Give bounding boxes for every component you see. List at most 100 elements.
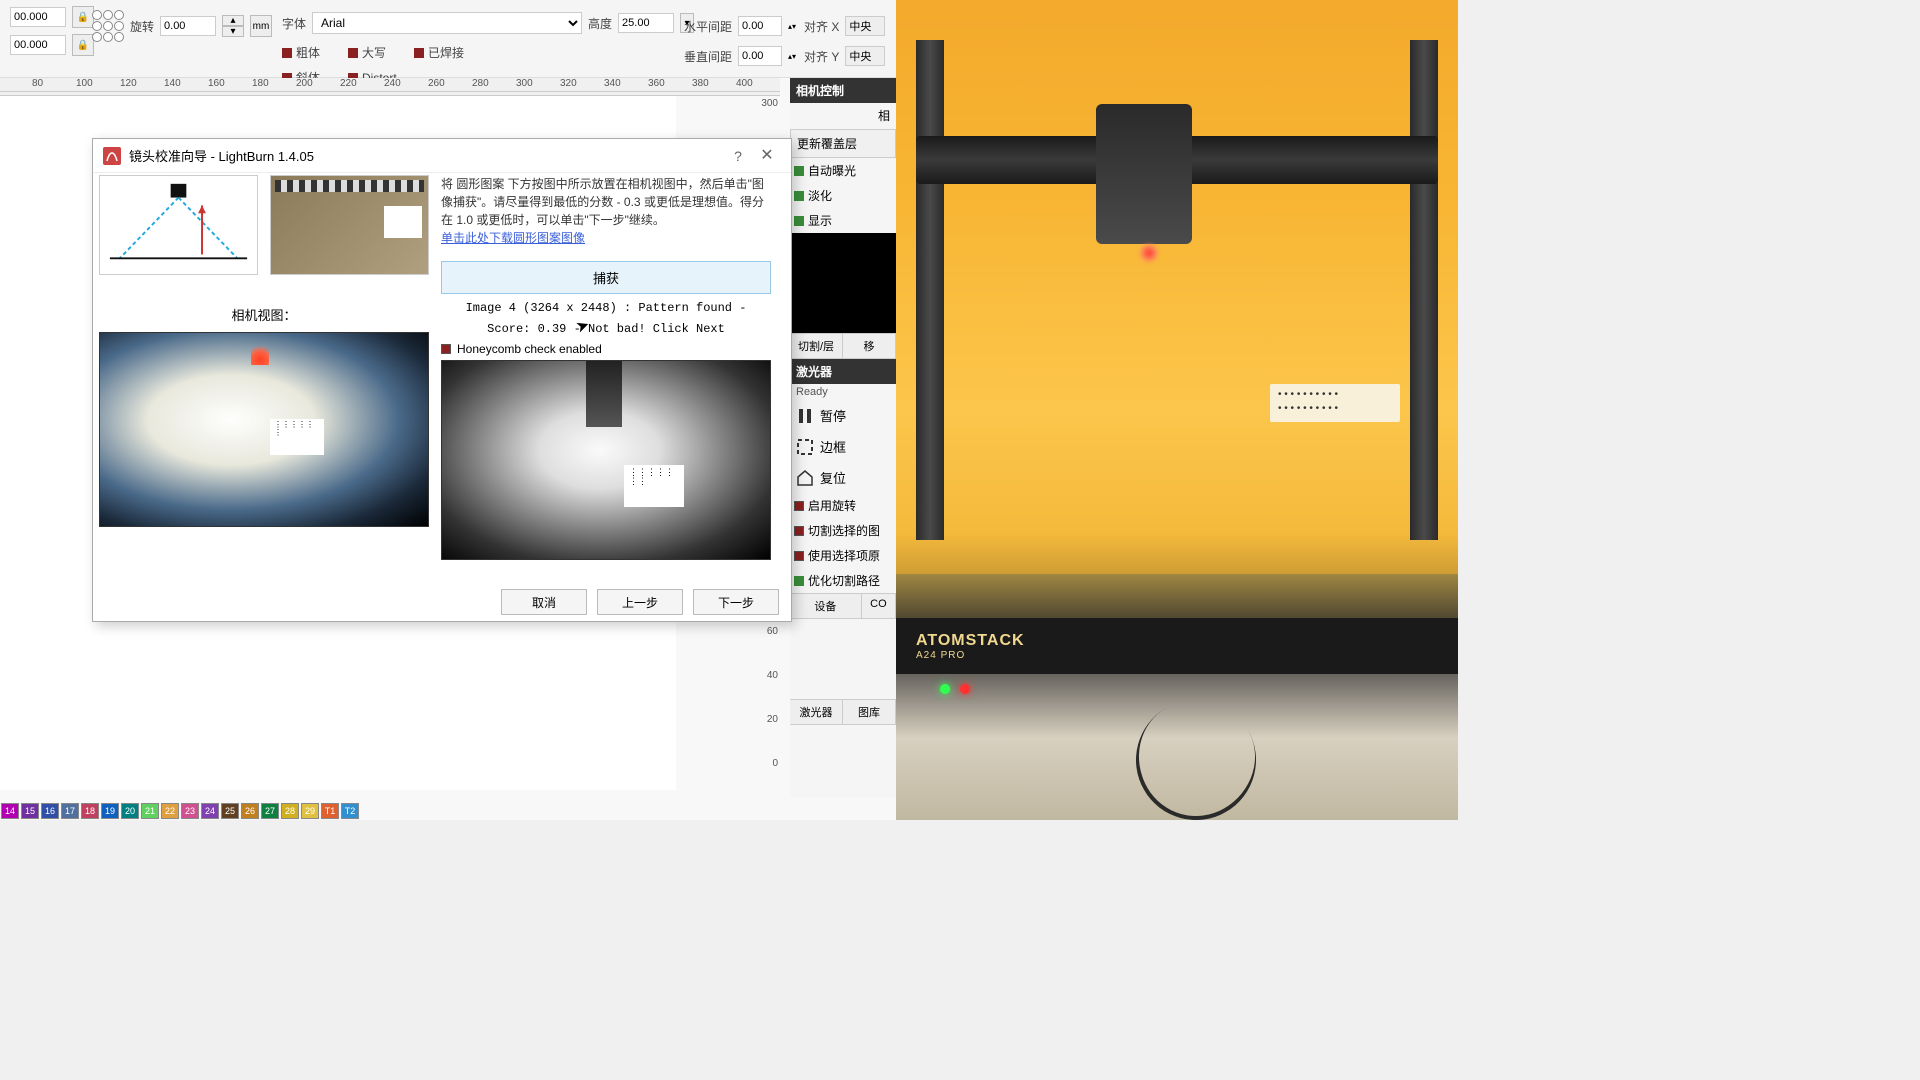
ruler-tick: 140 — [164, 78, 181, 89]
check-led-icon — [348, 48, 358, 58]
honeycomb-checkbox[interactable]: Honeycomb check enabled — [457, 342, 602, 356]
font-label: 字体 — [282, 15, 306, 32]
camera-live-view — [99, 332, 429, 527]
machine-base: ATOMSTACK A24 PRO — [896, 618, 1458, 674]
enable-rotary-checkbox[interactable]: 启用旋转 — [808, 497, 856, 514]
check-led-icon — [441, 344, 451, 354]
coord-x-input[interactable] — [10, 7, 66, 27]
wizard-instructions: 将 圆形图案 下方按图中所示放置在相机视图中，然后单击"图像捕获"。请尽量得到最… — [441, 175, 771, 229]
spinner-up-icon[interactable]: ▴ — [222, 15, 244, 26]
machine-rail — [916, 40, 944, 540]
pause-icon — [796, 407, 814, 425]
led-red-icon — [960, 684, 970, 694]
ruler-tick: 300 — [516, 78, 533, 89]
palette-swatch[interactable]: 22 — [161, 803, 179, 819]
height-input[interactable] — [618, 13, 674, 33]
cancel-button[interactable]: 取消 — [501, 589, 587, 615]
spinner-icon[interactable]: ▴▾ — [788, 52, 798, 61]
rotation-input[interactable] — [160, 16, 216, 36]
back-button[interactable]: 上一步 — [597, 589, 683, 615]
app-icon — [103, 147, 121, 165]
tab-move[interactable]: 移 — [843, 334, 896, 358]
cut-selected-checkbox[interactable]: 切割选择的图 — [808, 522, 880, 539]
spinner-down-icon[interactable]: ▾ — [222, 26, 244, 37]
palette-swatch[interactable]: 20 — [121, 803, 139, 819]
palette-swatch[interactable]: T2 — [341, 803, 359, 819]
close-button[interactable]: ✕ — [753, 145, 781, 167]
palette-swatch[interactable]: 14 — [1, 803, 19, 819]
machine-brand-label: ATOMSTACK — [916, 632, 1025, 650]
ruler-tick: 40 — [767, 670, 778, 681]
palette-swatch[interactable]: 19 — [101, 803, 119, 819]
check-led-icon — [794, 576, 804, 586]
check-led-icon — [794, 191, 804, 201]
align-y-select[interactable] — [845, 46, 885, 66]
laser-beam-dot — [1140, 244, 1158, 262]
palette-swatch[interactable]: 23 — [181, 803, 199, 819]
bold-checkbox[interactable]: 粗体 — [296, 44, 320, 61]
spinner-icon[interactable]: ▴▾ — [788, 22, 798, 31]
palette-swatch[interactable]: 28 — [281, 803, 299, 819]
top-toolbar: 🔒 🔒 旋转 ▴ ▾ mm 字体 Arial — [0, 0, 896, 78]
update-overlay-button[interactable]: 更新覆盖层 — [790, 129, 896, 158]
pause-button[interactable]: 暂停 — [790, 400, 896, 431]
coord-y-input[interactable] — [10, 35, 66, 55]
frame-button[interactable]: 边框 — [790, 431, 896, 462]
check-led-icon — [794, 501, 804, 511]
optimize-cut-path-checkbox[interactable]: 优化切割路径 — [808, 572, 880, 589]
calibration-pattern — [270, 419, 324, 455]
palette-swatch[interactable]: 17 — [61, 803, 79, 819]
palette-swatch[interactable]: 24 — [201, 803, 219, 819]
capture-button[interactable]: 捕获 — [441, 261, 771, 294]
welded-checkbox[interactable]: 已焊接 — [428, 44, 464, 61]
rotation-label: 旋转 — [130, 18, 154, 35]
tab-laser[interactable]: 激光器 — [790, 700, 843, 724]
unit-mm-button[interactable]: mm — [250, 15, 272, 37]
palette-swatch[interactable]: 18 — [81, 803, 99, 819]
palette-swatch[interactable]: 21 — [141, 803, 159, 819]
wizard-title: 镜头校准向导 - LightBurn 1.4.05 — [129, 146, 729, 165]
use-selection-origin-checkbox[interactable]: 使用选择项原 — [808, 547, 880, 564]
vspace-label: 垂直间距 — [684, 48, 732, 65]
fade-checkbox[interactable]: 淡化 — [808, 187, 832, 204]
align-y-label: 对齐 Y — [804, 48, 839, 65]
anchor-selector[interactable] — [92, 10, 124, 42]
com-port-select[interactable]: CO — [862, 594, 896, 618]
help-button[interactable]: ? — [729, 148, 747, 164]
calibration-card-on-bed — [1270, 384, 1400, 422]
palette-swatch[interactable]: 29 — [301, 803, 319, 819]
palette-swatch[interactable]: 25 — [221, 803, 239, 819]
ruler-tick: 240 — [384, 78, 401, 89]
hspace-label: 水平间距 — [684, 18, 732, 35]
align-x-select[interactable] — [845, 16, 885, 36]
home-button[interactable]: 复位 — [790, 462, 896, 493]
ruler-tick: 60 — [767, 626, 778, 637]
download-pattern-link[interactable]: 单击此处下载圆形图案图像 — [441, 231, 585, 245]
hspace-input[interactable] — [738, 16, 782, 36]
align-x-label: 对齐 X — [804, 18, 839, 35]
palette-swatch[interactable]: T1 — [321, 803, 339, 819]
physical-machine-photo: ATOMSTACK A24 PRO — [896, 0, 1458, 820]
palette-swatch[interactable]: 27 — [261, 803, 279, 819]
ruler-tick: 300 — [761, 98, 778, 109]
upper-checkbox[interactable]: 大写 — [362, 44, 386, 61]
camera-short-label: 相 — [790, 103, 896, 128]
tab-cuts-layers[interactable]: 切割/层 — [790, 334, 843, 358]
capture-status-line1: Image 4 (3264 x 2448) : Pattern found - — [441, 300, 771, 317]
palette-swatch[interactable]: 16 — [41, 803, 59, 819]
palette-swatch[interactable]: 15 — [21, 803, 39, 819]
next-button[interactable]: 下一步 — [693, 589, 779, 615]
auto-exposure-checkbox[interactable]: 自动曝光 — [808, 162, 856, 179]
palette-swatch[interactable]: 26 — [241, 803, 259, 819]
font-select[interactable]: Arial — [312, 12, 582, 34]
ruler-tick: 120 — [120, 78, 137, 89]
vspace-input[interactable] — [738, 46, 782, 66]
laser-dot-icon — [251, 341, 269, 365]
check-led-icon — [794, 526, 804, 536]
camera-view-label: 相机视图： — [99, 305, 429, 324]
wizard-titlebar[interactable]: 镜头校准向导 - LightBurn 1.4.05 ? ✕ — [93, 139, 791, 173]
devices-button[interactable]: 设备 — [790, 594, 862, 618]
tab-library[interactable]: 图库 — [843, 700, 896, 724]
check-led-icon — [794, 216, 804, 226]
show-checkbox[interactable]: 显示 — [808, 212, 832, 229]
